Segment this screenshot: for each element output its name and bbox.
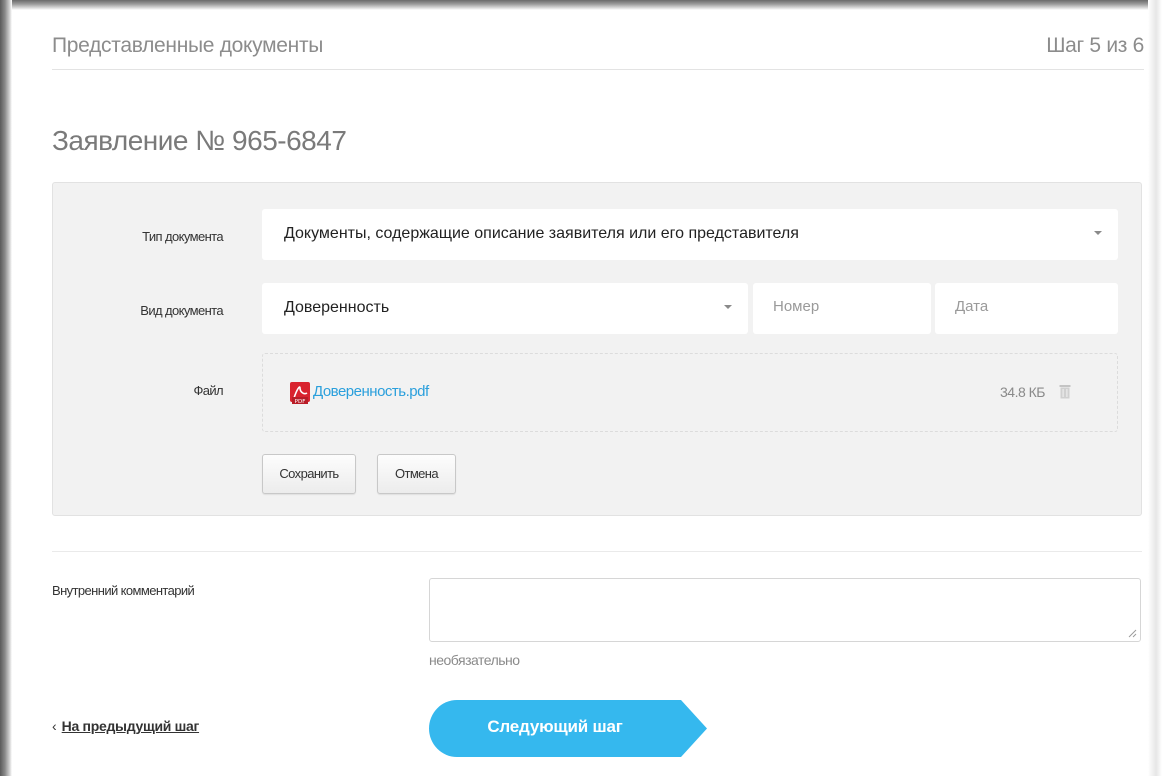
step-header: Представленные документы Шаг 5 из 6 bbox=[52, 24, 1144, 70]
save-button[interactable]: Сохранить bbox=[262, 454, 356, 494]
comment-label: Внутренний комментарий bbox=[52, 583, 195, 598]
pdf-icon: PDF bbox=[290, 382, 310, 405]
doc-type-value: Документы, содержащие описание заявителя… bbox=[284, 225, 799, 242]
doc-kind-select[interactable]: Доверенность bbox=[262, 283, 748, 334]
window-frame-top bbox=[0, 0, 1162, 10]
optional-hint: необязательно bbox=[429, 652, 520, 668]
file-attachment: PDF Доверенность.pdf 34.8 КБ bbox=[262, 353, 1118, 432]
file-label: Файл bbox=[193, 383, 223, 398]
chevron-down-icon bbox=[1094, 231, 1102, 235]
doc-date-placeholder: Дата bbox=[955, 298, 989, 315]
cancel-button[interactable]: Отмена bbox=[377, 454, 456, 494]
window-frame-left bbox=[0, 0, 12, 776]
file-size: 34.8 КБ bbox=[1000, 384, 1045, 400]
prev-step-link[interactable]: ‹ На предыдущий шаг bbox=[52, 718, 199, 734]
doc-date-input[interactable]: Дата bbox=[935, 283, 1118, 334]
doc-number-input[interactable]: Номер bbox=[753, 283, 931, 334]
prev-step-label: На предыдущий шаг bbox=[61, 718, 200, 734]
section-divider bbox=[52, 551, 1142, 552]
doc-kind-value: Доверенность bbox=[284, 299, 390, 316]
doc-kind-label: Вид документа bbox=[140, 303, 223, 318]
svg-text:PDF: PDF bbox=[295, 399, 306, 405]
application-title: Заявление № 965-6847 bbox=[52, 125, 347, 156]
comment-textarea[interactable] bbox=[429, 578, 1141, 642]
window-frame-right bbox=[1148, 0, 1162, 776]
resize-grip-icon[interactable] bbox=[1128, 629, 1137, 638]
doc-type-label: Тип документа bbox=[142, 229, 223, 244]
doc-type-select[interactable]: Документы, содержащие описание заявителя… bbox=[262, 209, 1118, 260]
document-form-panel: Тип документа Документы, содержащие опис… bbox=[52, 182, 1142, 516]
trash-icon[interactable] bbox=[1059, 384, 1071, 399]
doc-number-placeholder: Номер bbox=[773, 298, 820, 315]
page-title: Представленные документы bbox=[52, 34, 324, 57]
step-indicator: Шаг 5 из 6 bbox=[1046, 34, 1144, 57]
file-link[interactable]: Доверенность.pdf bbox=[313, 383, 429, 400]
next-step-button[interactable]: Следующий шаг bbox=[429, 700, 707, 757]
chevron-down-icon bbox=[724, 305, 732, 309]
next-step-label: Следующий шаг bbox=[487, 717, 623, 736]
chevron-left-icon: ‹ bbox=[52, 718, 57, 734]
